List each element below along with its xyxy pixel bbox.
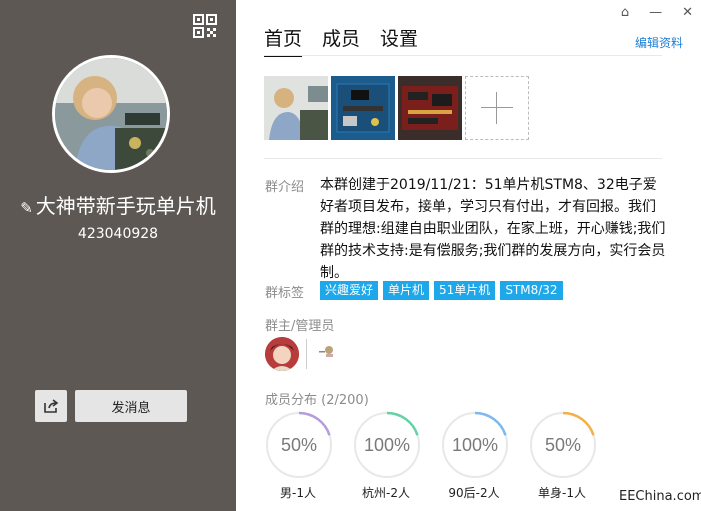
tag-item[interactable]: 51单片机 — [434, 281, 496, 300]
watermark: EEChina.com — [619, 489, 701, 504]
close-icon[interactable]: ✕ — [682, 5, 693, 20]
tab-bar: 首页 成员 设置 — [264, 24, 418, 57]
stat-ring: 100% — [353, 411, 421, 479]
group-tags: 兴趣爱好 单片机 51单片机 STM8/32 — [320, 281, 563, 300]
group-avatar[interactable] — [52, 55, 170, 173]
members-label: 成员分布 (2/200) — [265, 389, 369, 408]
tab-divider — [264, 55, 662, 56]
group-photo-2[interactable] — [331, 76, 395, 140]
tag-item[interactable]: 兴趣爱好 — [320, 281, 379, 300]
group-intro-text: 本群创建于2019/11/21：51单片机STM8、32电子爱好者项目发布，接单… — [320, 177, 666, 281]
group-photos — [264, 76, 529, 140]
members-count: (2/200) — [321, 393, 369, 408]
stat-percent: 50% — [281, 435, 317, 455]
tags-label: 群标签 — [265, 286, 305, 301]
tag-item[interactable]: 单片机 — [383, 281, 430, 300]
admin-mini-icon[interactable] — [318, 344, 334, 361]
stat-label: 男-1人 — [280, 486, 316, 500]
stat-ring: 50% — [265, 411, 333, 479]
stat-percent: 100% — [452, 435, 498, 455]
share-icon — [44, 399, 59, 413]
members-label-text: 成员分布 — [265, 393, 318, 408]
group-photo-3[interactable] — [398, 76, 462, 140]
add-photo-button[interactable] — [465, 76, 529, 140]
member-stats: 50% 男-1人 100% 杭州-2人 100% 90后-2人 50% 单身-1人 — [264, 410, 597, 501]
member-stat: 100% 杭州-2人 — [352, 410, 421, 501]
tab-settings[interactable]: 设置 — [380, 24, 418, 57]
group-name: ✎ 大神带新手玩单片机 — [0, 190, 236, 219]
qr-code-icon[interactable] — [193, 14, 217, 38]
stat-label: 90后-2人 — [448, 486, 500, 500]
minimize-icon[interactable]: — — [649, 5, 662, 20]
stat-label: 杭州-2人 — [362, 486, 410, 500]
tab-home[interactable]: 首页 — [264, 24, 303, 57]
member-stat: 100% 90后-2人 — [440, 410, 509, 501]
tab-members[interactable]: 成员 — [322, 24, 360, 57]
admin-divider — [306, 339, 307, 369]
member-stat: 50% 单身-1人 — [528, 410, 597, 501]
group-name-text: 大神带新手玩单片机 — [35, 194, 216, 218]
window-controls: ⌂ — ✕ — [621, 5, 693, 20]
owner-avatar[interactable] — [265, 337, 299, 371]
group-photo-1[interactable] — [264, 76, 328, 140]
avatar-photo — [55, 58, 167, 170]
edit-profile-link[interactable]: 编辑资料 — [635, 34, 683, 51]
group-id: 423040928 — [77, 226, 159, 242]
stat-percent: 50% — [545, 435, 581, 455]
group-profile-panel: ✎ 大神带新手玩单片机 423040928 发消息 — [0, 0, 236, 511]
intro-label: 群介绍 — [265, 180, 305, 195]
stat-ring: 50% — [529, 411, 597, 479]
send-message-button[interactable]: 发消息 — [75, 390, 187, 422]
stat-label: 单身-1人 — [538, 486, 586, 500]
share-button[interactable] — [35, 390, 67, 422]
skin-icon[interactable]: ⌂ — [621, 5, 629, 20]
section-divider — [264, 158, 662, 159]
stat-ring: 100% — [441, 411, 509, 479]
member-stat: 50% 男-1人 — [264, 410, 333, 501]
edit-pencil-icon[interactable]: ✎ — [20, 199, 33, 217]
admins-label: 群主/管理员 — [265, 319, 335, 334]
stat-percent: 100% — [364, 435, 410, 455]
tag-item[interactable]: STM8/32 — [500, 281, 563, 300]
owner-avatar-photo — [265, 337, 299, 371]
